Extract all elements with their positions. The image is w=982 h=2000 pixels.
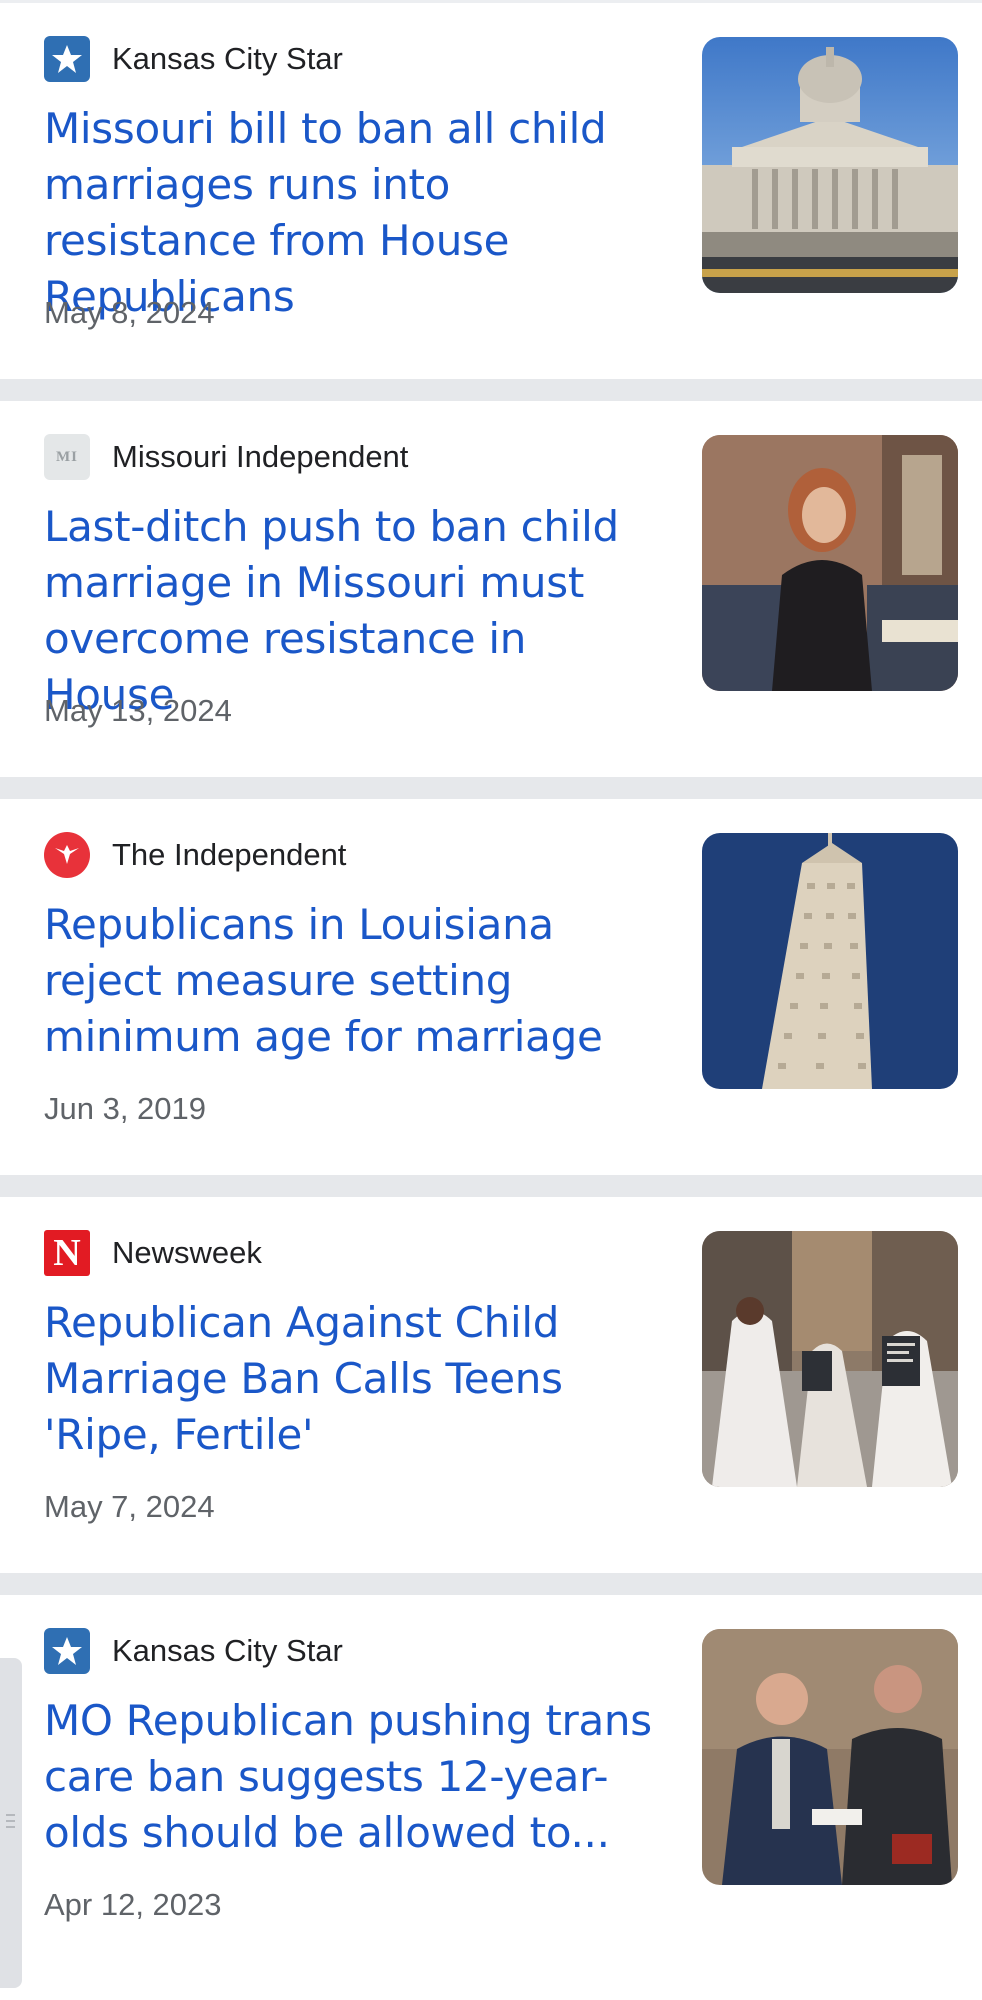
article-source: Kansas City Star xyxy=(44,36,343,82)
card-separator xyxy=(0,1573,982,1595)
star-icon xyxy=(44,1628,90,1674)
article-source: MI Missouri Independent xyxy=(44,434,408,480)
article-card[interactable]: Kansas City Star Missouri bill to ban al… xyxy=(0,3,982,379)
card-separator xyxy=(0,379,982,401)
article-headline[interactable]: Missouri bill to ban all child marriages… xyxy=(44,101,664,325)
source-name: Newsweek xyxy=(112,1235,262,1270)
article-date: May 8, 2024 xyxy=(44,295,215,330)
capitol-building-image[interactable] xyxy=(702,37,958,293)
article-source: The Independent xyxy=(44,832,346,878)
article-source: N Newsweek xyxy=(44,1230,262,1276)
article-headline[interactable]: Republican Against Child Marriage Ban Ca… xyxy=(44,1295,664,1463)
card-separator xyxy=(0,777,982,799)
star-icon xyxy=(44,36,90,82)
article-card[interactable]: MI Missouri Independent Last-ditch push … xyxy=(0,401,982,777)
source-name: Kansas City Star xyxy=(112,41,343,76)
article-headline[interactable]: Last-ditch push to ban child marriage in… xyxy=(44,499,664,723)
article-headline[interactable]: Republicans in Louisiana reject measure … xyxy=(44,897,664,1065)
article-headline[interactable]: MO Republican pushing trans care ban sug… xyxy=(44,1693,664,1861)
scroll-handle[interactable] xyxy=(0,1658,22,1988)
newsweek-n-icon: N xyxy=(44,1230,90,1276)
source-name: Kansas City Star xyxy=(112,1633,343,1668)
source-name: The Independent xyxy=(112,837,347,872)
article-date: May 7, 2024 xyxy=(44,1489,215,1524)
protest-brides-image[interactable] xyxy=(702,1231,958,1487)
article-date: May 13, 2024 xyxy=(44,693,232,728)
card-separator xyxy=(0,1175,982,1197)
two-men-image[interactable] xyxy=(702,1629,958,1885)
eagle-icon xyxy=(44,832,90,878)
mi-logo-icon: MI xyxy=(44,434,90,480)
source-name: Missouri Independent xyxy=(112,439,409,474)
article-card[interactable]: N Newsweek Republican Against Child Marr… xyxy=(0,1197,982,1573)
article-card[interactable]: The Independent Republicans in Louisiana… xyxy=(0,799,982,1175)
news-feed: Kansas City Star Missouri bill to ban al… xyxy=(0,0,982,2000)
article-card[interactable]: Kansas City Star MO Republican pushing t… xyxy=(0,1595,982,1971)
legislator-portrait-image[interactable] xyxy=(702,435,958,691)
article-source: Kansas City Star xyxy=(44,1628,343,1674)
article-date: Jun 3, 2019 xyxy=(44,1091,207,1126)
capitol-tower-image[interactable] xyxy=(702,833,958,1089)
article-date: Apr 12, 2023 xyxy=(44,1887,222,1922)
grip-icon xyxy=(6,1814,15,1828)
